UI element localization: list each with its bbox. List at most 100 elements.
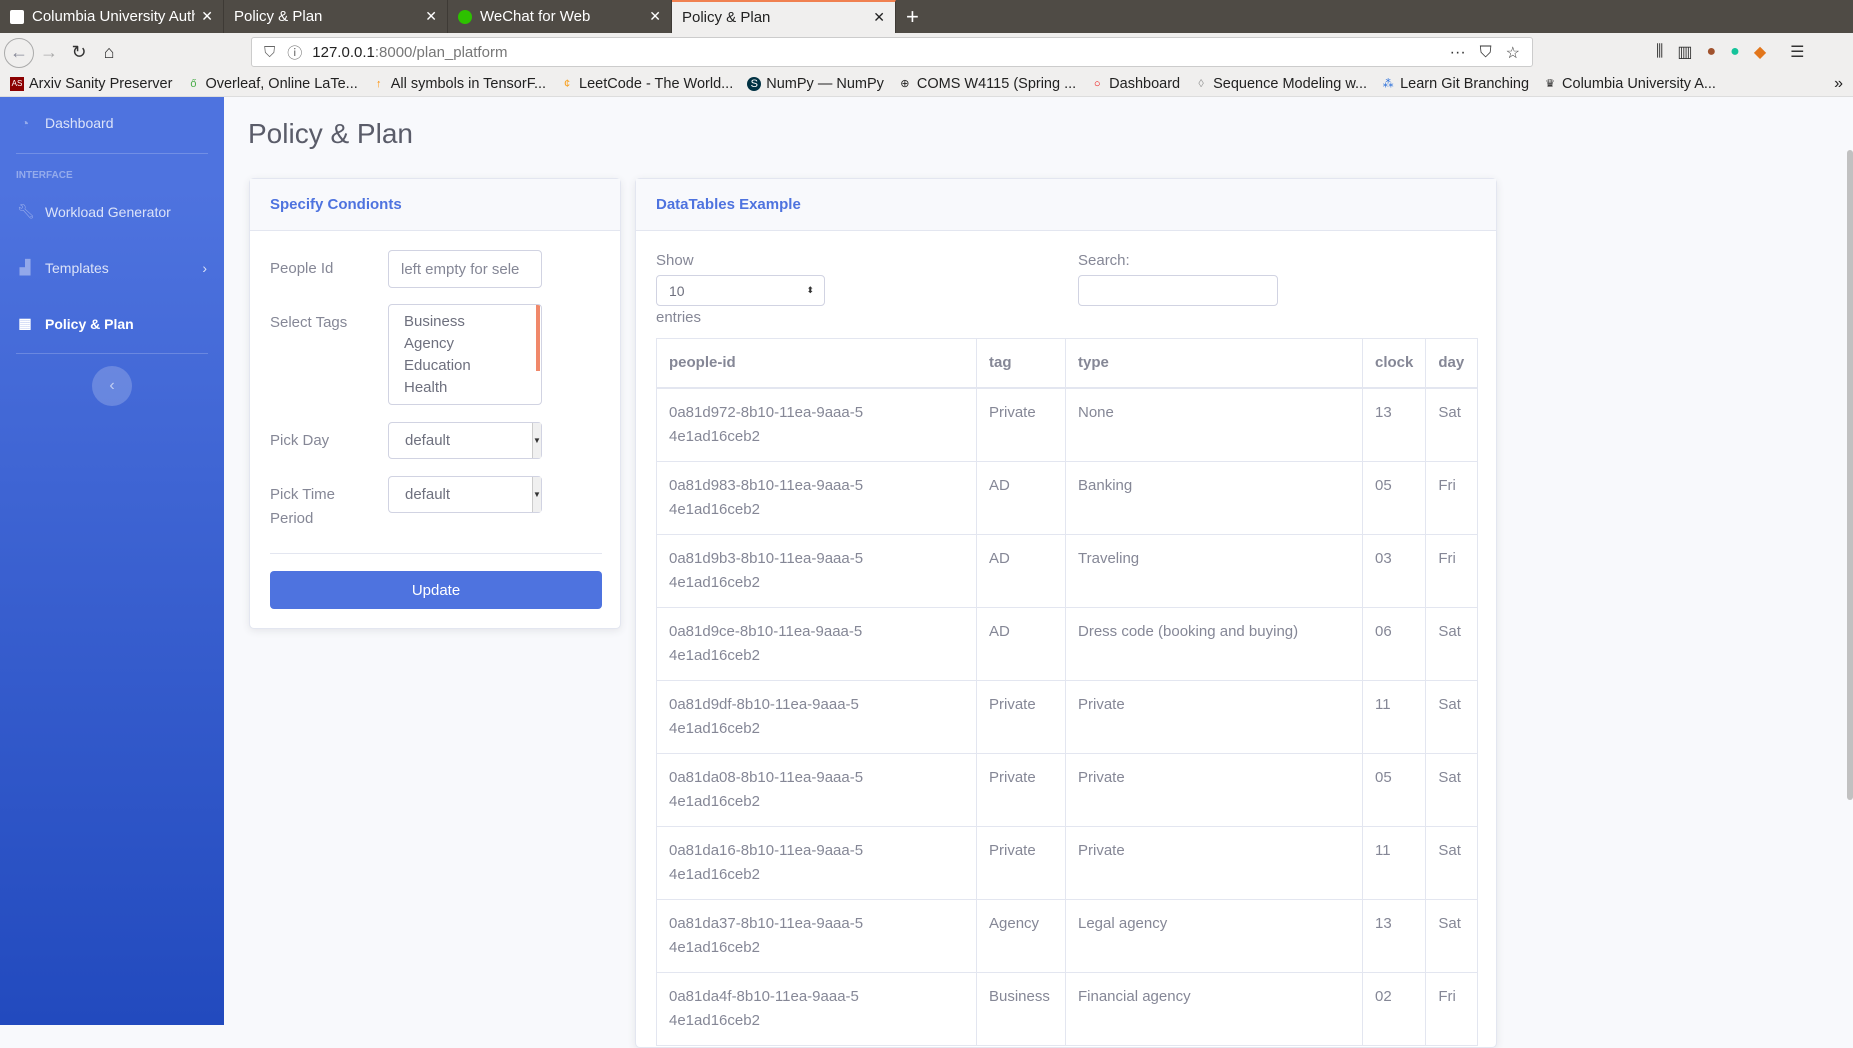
- table-row: 0a81d9df-8b10-11ea-9aaa-54e1ad16ceb2 Priv…: [656, 679, 1478, 754]
- grammarly-icon[interactable]: ●: [1730, 43, 1740, 61]
- bookmark[interactable]: ○ Dashboard: [1090, 76, 1180, 92]
- bookmark[interactable]: ◊ Sequence Modeling w...: [1194, 76, 1367, 92]
- cell-type: Banking: [1065, 460, 1363, 535]
- entries-length-select[interactable]: 10 ⬍: [656, 275, 825, 306]
- sidebar: ◔ Dashboard INTERFACE 🔧︎ Workload Generato…: [0, 97, 224, 1025]
- browser-toolbar: ← → ↻ ⌂ ⛉ ⓘ 127.0.0.1:8000/plan_platform…: [0, 33, 1853, 72]
- scrollbar[interactable]: [536, 305, 540, 371]
- chart-area-icon: ▟: [19, 259, 31, 275]
- new-tab-icon[interactable]: +: [896, 0, 929, 33]
- sidebar-item-templates[interactable]: ▟ Templates ›: [17, 259, 207, 276]
- sidebar-item-dashboard[interactable]: ◔ Dashboard: [17, 115, 114, 131]
- back-icon[interactable]: ←: [4, 37, 34, 68]
- cell-clock: 11: [1361, 825, 1427, 900]
- more-icon[interactable]: ···: [1450, 44, 1466, 62]
- sidebar-icon[interactable]: ▥: [1677, 42, 1692, 62]
- extension-icon[interactable]: ●: [1707, 43, 1717, 61]
- cell-type: Private: [1065, 825, 1363, 900]
- bookmark[interactable]: ő Overleaf, Online LaTe...: [186, 76, 357, 92]
- browser-tab[interactable]: Policy & Plan ✕: [224, 0, 448, 33]
- updown-arrow-icon: ⬍: [806, 285, 814, 295]
- cell-tag: AD: [976, 533, 1066, 608]
- library-icon[interactable]: ⫼: [1656, 43, 1663, 61]
- star-icon[interactable]: ☆: [1506, 43, 1520, 63]
- people-id-label: People Id: [270, 260, 334, 277]
- cell-tag: AD: [976, 606, 1066, 681]
- tag-option[interactable]: Agency: [404, 333, 541, 355]
- bookmark[interactable]: ¢ LeetCode - The World...: [560, 76, 733, 92]
- close-tab-icon[interactable]: ✕: [649, 8, 661, 25]
- sidebar-toggle-button[interactable]: ‹: [92, 366, 132, 406]
- browser-tab-active[interactable]: Policy & Plan ✕: [672, 0, 896, 33]
- pick-time-label: Pick Time Period: [270, 486, 336, 527]
- column-header-clock[interactable]: clock: [1361, 338, 1427, 389]
- cell-day: Sat: [1425, 898, 1478, 973]
- search-label: Search:: [1078, 252, 1130, 269]
- bookmark[interactable]: ⁂ Learn Git Branching: [1381, 76, 1529, 92]
- close-tab-icon[interactable]: ✕: [425, 8, 437, 25]
- menu-icon[interactable]: ☰: [1790, 42, 1804, 62]
- reload-icon[interactable]: ↻: [64, 42, 94, 63]
- table-row: 0a81da16-8b10-11ea-9aaa-54e1ad16ceb2 Priv…: [656, 825, 1478, 900]
- table-row: 0a81d9b3-8b10-11ea-9aaa-54e1ad16ceb2 AD Tr…: [656, 533, 1478, 608]
- cell-tag: Private: [976, 752, 1066, 827]
- cell-clock: 13: [1361, 387, 1427, 462]
- browser-tab[interactable]: Columbia University Auth ✕: [0, 0, 224, 33]
- browser-tab[interactable]: WeChat for Web ✕: [448, 0, 672, 33]
- bookmark[interactable]: ↑ All symbols in TensorF...: [372, 76, 546, 92]
- day-select[interactable]: default ▼: [388, 422, 542, 459]
- cell-day: Fri: [1425, 971, 1478, 1046]
- tags-multiselect[interactable]: Business Agency Education Health: [388, 304, 542, 405]
- bookmark[interactable]: ⊕ COMS W4115 (Spring ...: [898, 76, 1076, 92]
- card-header: Specify Condionts: [250, 179, 620, 231]
- column-header-day[interactable]: day: [1425, 338, 1478, 389]
- url-bar[interactable]: ⛉ ⓘ 127.0.0.1:8000/plan_platform ··· ⛉ ☆: [251, 37, 1533, 67]
- globe-icon: ⊕: [900, 78, 910, 90]
- column-header-type[interactable]: type: [1065, 338, 1363, 389]
- tag-option[interactable]: Education: [404, 355, 541, 377]
- tag-option[interactable]: Business: [404, 311, 541, 333]
- cell-type: Financial agency: [1065, 971, 1363, 1046]
- table-row: 0a81d9ce-8b10-11ea-9aaa-54e1ad16ceb2 AD Dr…: [656, 606, 1478, 681]
- data-table: people-id tag type clock day 0a81d972-8b…: [656, 338, 1478, 1046]
- column-header-tag[interactable]: tag: [976, 338, 1066, 389]
- tag-option[interactable]: Health: [404, 377, 541, 399]
- forward-icon[interactable]: →: [34, 42, 64, 63]
- numpy-icon: S: [747, 77, 762, 91]
- update-button[interactable]: Update: [270, 571, 602, 609]
- bookmark[interactable]: AS Arxiv Sanity Preserver: [10, 76, 172, 92]
- search-input[interactable]: [1078, 275, 1278, 306]
- close-tab-icon[interactable]: ✕: [873, 9, 885, 26]
- table-header-row: people-id tag type clock day: [656, 338, 1478, 389]
- table-icon: ▦: [18, 315, 32, 331]
- cell-clock: 05: [1361, 460, 1427, 535]
- sidebar-item-workload-generator[interactable]: 🔧︎ Workload Generator: [17, 203, 171, 220]
- metamask-icon[interactable]: ◆: [1754, 42, 1766, 62]
- column-header-people-id[interactable]: people-id: [656, 338, 977, 389]
- dashboard-icon: ○: [1093, 78, 1101, 90]
- pocket-icon[interactable]: ⛉: [1480, 44, 1492, 62]
- cell-day: Sat: [1425, 825, 1478, 900]
- home-icon[interactable]: ⌂: [94, 42, 124, 63]
- divider: [16, 353, 208, 354]
- more-bookmarks-icon[interactable]: »: [1834, 75, 1843, 93]
- cell-people-id: 0a81da16-8b10-11ea-9aaa-54e1ad16ceb2: [656, 825, 977, 900]
- page-scrollbar[interactable]: [1847, 150, 1853, 800]
- cell-tag: Private: [976, 825, 1066, 900]
- time-period-select[interactable]: default ▼: [388, 476, 542, 513]
- cell-day: Sat: [1425, 387, 1478, 462]
- people-id-input[interactable]: left empty for sele: [388, 250, 542, 288]
- divider: [270, 553, 602, 554]
- bookmark[interactable]: S NumPy — NumPy: [747, 76, 884, 92]
- bookmark[interactable]: ♛ Columbia University A...: [1543, 76, 1716, 92]
- close-tab-icon[interactable]: ✕: [201, 8, 213, 25]
- cell-clock: 06: [1361, 606, 1427, 681]
- overleaf-icon: ő: [190, 78, 197, 90]
- cell-type: Legal agency: [1065, 898, 1363, 973]
- cell-people-id: 0a81d9df-8b10-11ea-9aaa-54e1ad16ceb2: [656, 679, 977, 754]
- table-row: 0a81da4f-8b10-11ea-9aaa-54e1ad16ceb2 Busi…: [656, 971, 1478, 1046]
- table-row: 0a81da08-8b10-11ea-9aaa-54e1ad16ceb2 Priv…: [656, 752, 1478, 827]
- cell-type: Private: [1065, 752, 1363, 827]
- sidebar-item-policy-plan[interactable]: ▦ Policy & Plan: [17, 315, 133, 332]
- bookmarks-bar: AS Arxiv Sanity Preserver ő Overleaf, Onli…: [0, 72, 1853, 97]
